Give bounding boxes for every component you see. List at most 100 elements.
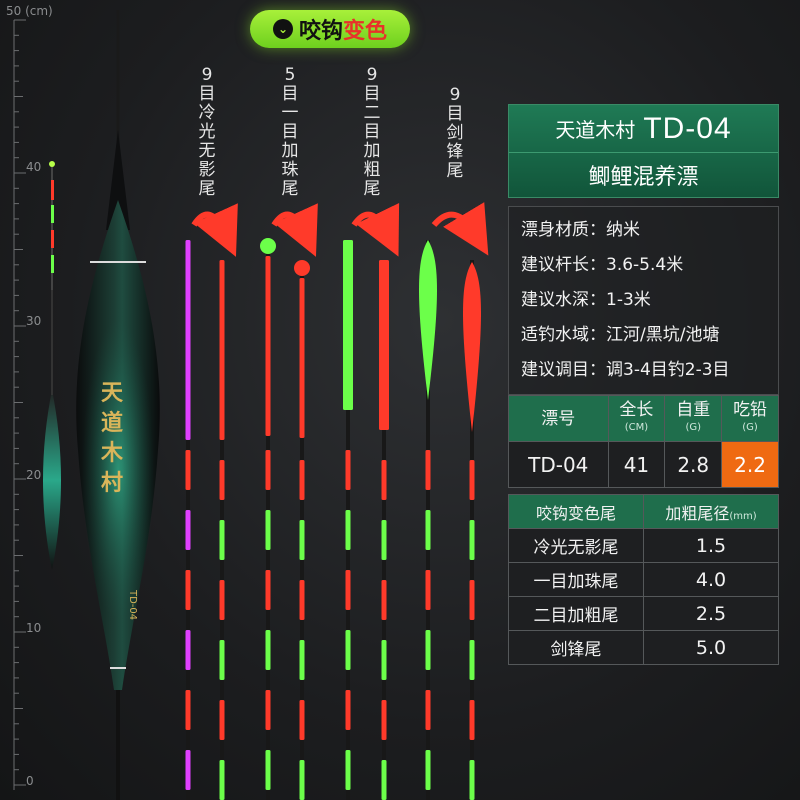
chevron-down-icon: ⌄ [272,19,293,39]
thick-tail-after [379,260,389,430]
header-cell: 咬钩变色尾 [508,494,644,529]
bead-before [260,238,276,254]
ruler-number-10: 10 [26,621,42,635]
tail-top-after [299,278,305,438]
bead-after [294,260,310,276]
header-cell: 加粗尾径(mm) [643,494,779,529]
value-cell: TD-04 [508,441,609,488]
tail-table: 咬钩变色尾 加粗尾径(mm) 冷光无影尾 1.5 一目加珠尾 4.0 二目加粗尾… [508,494,779,665]
tails-illustration [185,202,489,800]
tail-segment [345,450,351,490]
table-row: 一目加珠尾 4.0 [508,562,779,597]
tail-segment [425,690,431,730]
tail-segment [185,690,191,730]
tail-segment [381,640,387,680]
tail-segment [381,520,387,560]
panel-brand: 天道木村 [555,118,636,142]
tail-segment [381,700,387,740]
tail-segment [265,690,271,730]
spec-table-header: 漂号 全长 (CM) 自重 (G) 吃铅 (G) [508,395,779,442]
tail-segment [185,750,191,790]
float-char-1: 天 [101,380,124,406]
tail-segment [345,510,351,550]
spec-table: 漂号 全长 (CM) 自重 (G) 吃铅 (G) TD-04 41 2.8 2.2 [508,395,779,488]
spec-tuning: 建议调目：调3-4目钓2-3目 [521,360,730,380]
tail-segment [299,700,305,740]
tail-segment [469,520,475,560]
badge-text-a: 咬钩 [298,19,343,44]
ruler-number-0: 0 [26,774,34,788]
tail-segment [299,580,305,620]
tail-segment [219,700,225,740]
tail-segment [425,570,431,610]
tail-segment [265,450,271,490]
color-change-arrow-icon [271,203,318,257]
tail-segment [381,760,387,800]
tail-segment [219,460,225,500]
main-float-image: 天 道 木 村 TD-04 [76,10,160,800]
thick-tail-before [343,240,353,410]
tail-segment [299,460,305,500]
panel-title-box: 天道木村 TD-04 鲫鲤混养漂 [508,104,779,198]
color-change-arrow-icon [431,202,489,256]
sword-tail-after [463,262,481,432]
tail-segment [345,570,351,610]
tail-segment [265,570,271,610]
tail-segment [425,750,431,790]
header-cell: 全长 (CM) [607,395,666,442]
spec-water-area: 适钓水域：江河/黑坑/池塘 [521,325,720,345]
tail-segment [219,520,225,560]
tail-top-before [265,256,271,436]
float-char-4: 村 [101,470,123,496]
tail-segment [185,510,191,550]
tail-table-header: 咬钩变色尾 加粗尾径(mm) [508,494,779,529]
tail-segment [265,750,271,790]
value-cell: 2.8 [664,441,723,488]
tail-segment [185,630,191,670]
header-cell: 自重 (G) [664,395,723,442]
tail-segment [425,450,431,490]
tail-segment [299,520,305,560]
tail-segment [265,630,271,670]
tail-segment [345,690,351,730]
tail-segment [381,580,387,620]
tail-segment [299,760,305,800]
float-char-2: 道 [101,410,123,436]
tail-segment [469,460,475,500]
spec-rod-length: 建议杆长：3.6-5.4米 [521,255,684,275]
sword-tail-before [419,240,437,400]
spec-table-values: TD-04 41 2.8 2.2 [508,441,779,488]
tail-segment [219,640,225,680]
table-row: 剑锋尾 5.0 [508,630,779,665]
tail-segment [345,630,351,670]
tail-segment [185,570,191,610]
tail-segment [425,630,431,670]
ruler-unit: 50 (cm) [6,4,53,18]
spec-list: 漂身材质：纳米 建议杆长：3.6-5.4米 建议水深：1-3米 适钓水域：江河/… [508,206,779,395]
value-cell-highlight: 2.2 [721,441,779,488]
spec-panel: 天道木村 TD-04 鲫鲤混养漂 漂身材质：纳米 建议杆长：3.6-5.4米 建… [508,104,779,665]
tail-segment [381,460,387,500]
spec-water-depth: 建议水深：1-3米 [521,290,651,310]
color-change-arrow-icon [191,203,238,257]
value-cell: 41 [607,441,666,488]
tail-segment [469,640,475,680]
tail-label-1: 9目冷光无影尾 [198,65,216,199]
table-row: 二目加粗尾 2.5 [508,596,779,631]
spec-material: 漂身材质：纳米 [521,220,640,240]
tail-segment [469,580,475,620]
float-char-3: 木 [100,440,124,466]
tail-label-4: 9目剑锋尾 [446,85,464,181]
color-change-arrow-icon [351,202,400,257]
tail-segment [469,700,475,740]
tail-segment [425,510,431,550]
tail-segment [185,450,191,490]
bite-color-change-badge: ⌄ 咬钩 变色 [250,10,410,48]
tail-label-3: 9目二目加粗尾 [363,65,381,199]
panel-subtitle: 鲫鲤混养漂 [588,165,699,190]
tail-label-2: 5目一目加珠尾 [281,65,299,199]
tail-top-before [185,240,191,440]
header-cell: 漂号 [508,395,609,442]
table-row: 冷光无影尾 1.5 [508,528,779,563]
tail-segment [345,750,351,790]
